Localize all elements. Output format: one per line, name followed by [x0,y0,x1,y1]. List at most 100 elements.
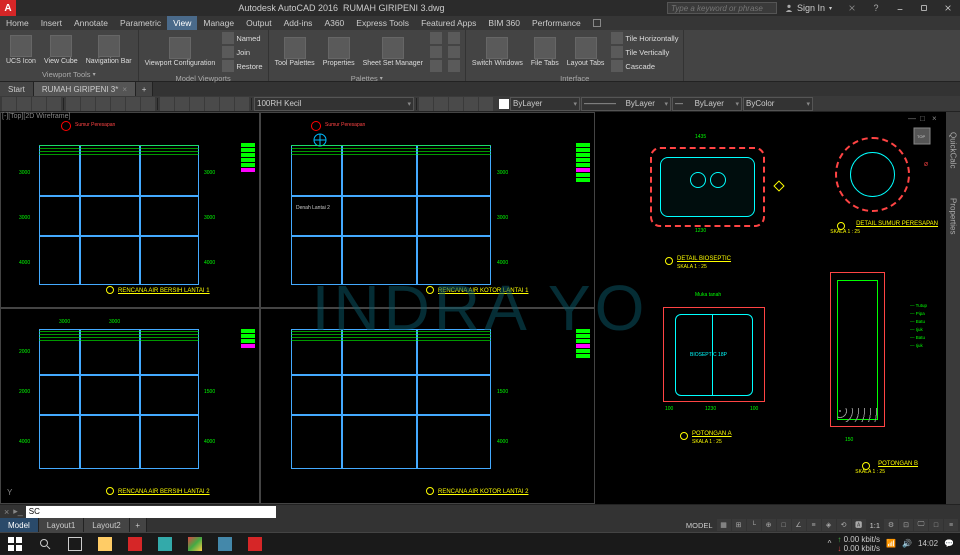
viewcube-button[interactable]: View Cube [41,34,81,66]
tab-model[interactable]: Model [0,518,39,532]
menu-featured-apps[interactable]: Featured Apps [415,16,482,30]
workspace-icon[interactable]: ⊡ [899,519,913,531]
tile-v-button[interactable]: Tile Vertically [609,45,680,59]
help-icon[interactable]: ? [864,0,888,16]
add-layout-button[interactable]: + [130,518,147,532]
qbtn-19[interactable] [449,97,463,111]
viewport-4[interactable]: 1500 4000 RENCANA AIR KOTOR LANTAI 2 [260,308,595,504]
qbtn-7[interactable] [96,97,110,111]
menu-home[interactable]: Home [0,16,35,30]
status-scale[interactable]: 1:1 [867,521,883,530]
close-button[interactable] [936,0,960,16]
qbtn-21[interactable] [479,97,493,111]
qbtn-20[interactable] [464,97,478,111]
gear-icon[interactable]: ⚙ [884,519,898,531]
menu-a360[interactable]: A360 [318,16,350,30]
right-viewport[interactable]: — □ × TOP 1435 1230 DETAIL BIOSEPTIC SKA… [595,112,960,504]
tray-chevron-icon[interactable]: ^ [828,539,832,548]
ucs-icon-button[interactable]: UCS Icon [3,34,39,66]
sheetset-button[interactable]: Sheet Set Manager [360,36,426,68]
palette-sm5[interactable] [446,45,462,59]
qbtn-11[interactable] [160,97,174,111]
help-search-input[interactable] [667,2,777,14]
palette-sm1[interactable] [428,31,444,45]
file-tabs-button[interactable]: File Tabs [528,36,562,68]
viewport-config-button[interactable]: Viewport Configuration [142,36,219,68]
annotation-scale-combo[interactable]: 100RH Kecil▾ [254,97,414,111]
menu-add-ins[interactable]: Add-ins [278,16,319,30]
qbtn-5[interactable] [66,97,80,111]
autocad-icon[interactable] [240,533,270,555]
menu-parametric[interactable]: Parametric [114,16,167,30]
navbar-button[interactable]: Navigation Bar [83,34,135,66]
viewport-label[interactable]: [-][Top][2D Wireframe] [2,113,70,120]
menu-insert[interactable]: Insert [35,16,68,30]
chrome-icon[interactable] [180,533,210,555]
qbtn-2[interactable] [17,97,31,111]
navigation-cube[interactable]: TOP [904,118,940,154]
status-model[interactable]: MODEL [683,521,716,530]
qbtn-4[interactable] [47,97,61,111]
named-button[interactable]: Named [220,31,264,45]
linetype-combo[interactable]: ———— ByLayer▾ [581,97,671,111]
clean-icon[interactable]: □ [929,519,943,531]
signin-button[interactable]: Sign In ▾ [777,3,840,13]
plotstyle-combo[interactable]: ByColor▾ [743,97,813,111]
minimize-button[interactable] [888,0,912,16]
taskview-icon[interactable] [60,533,90,555]
notification-icon[interactable]: 💬 [944,539,954,548]
qbtn-14[interactable] [205,97,219,111]
drawing-area[interactable]: INDRA YO [-][Top][2D Wireframe] Sumur Pe… [0,112,960,504]
palette-sm4[interactable] [446,31,462,45]
properties-button[interactable]: Properties [320,36,358,68]
qbtn-13[interactable] [190,97,204,111]
exchange-icon[interactable] [840,0,864,16]
qbtn-16[interactable] [235,97,249,111]
lineweight-combo[interactable]: — ByLayer▾ [672,97,742,111]
tab-start[interactable]: Start [0,82,34,96]
cmd-close-icon[interactable]: × [4,507,9,517]
search-taskbar-icon[interactable] [30,533,60,555]
panel-expand-icon[interactable] [587,16,607,30]
lweight-icon[interactable]: ≡ [807,519,821,531]
menu-manage[interactable]: Manage [197,16,240,30]
properties-tab[interactable]: Properties [949,198,958,234]
start-button[interactable] [0,533,30,555]
maximize-button[interactable] [912,0,936,16]
join-button[interactable]: Join [220,45,264,59]
switch-windows-button[interactable]: Switch Windows [469,36,526,68]
qbtn-8[interactable] [111,97,125,111]
osnap-icon[interactable]: □ [777,519,791,531]
cycling-icon[interactable]: ⟲ [837,519,851,531]
layout-tabs-button[interactable]: Layout Tabs [564,36,608,68]
qbtn-15[interactable] [220,97,234,111]
tool-palettes-button[interactable]: Tool Palettes [272,36,318,68]
custom-icon[interactable]: ≡ [944,519,958,531]
palette-sm6[interactable] [446,59,462,73]
qbtn-6[interactable] [81,97,95,111]
qbtn-3[interactable] [32,97,46,111]
ortho-icon[interactable]: └ [747,519,761,531]
new-tab-button[interactable]: + [136,82,153,96]
menu-output[interactable]: Output [240,16,278,30]
menu-annotate[interactable]: Annotate [68,16,114,30]
qbtn-12[interactable] [175,97,189,111]
menu-bim-360[interactable]: BIM 360 [482,16,526,30]
tab-layout2[interactable]: Layout2 [84,518,129,532]
panel-label-palettes[interactable]: Palettes ▾ [272,73,462,84]
tile-h-button[interactable]: Tile Horizontally [609,31,680,45]
transparency-icon[interactable]: ◈ [822,519,836,531]
qbtn-10[interactable] [141,97,155,111]
viewport-2[interactable]: Sumur Peresapan Denah Lantai 2 3000 3000… [260,112,595,308]
telegram-icon[interactable] [150,533,180,555]
tab-drawing[interactable]: RUMAH GIRIPENI 3*× [34,82,136,96]
menu-performance[interactable]: Performance [526,16,587,30]
qbtn-1[interactable] [2,97,16,111]
menu-express-tools[interactable]: Express Tools [350,16,415,30]
palette-sm2[interactable] [428,45,444,59]
clock[interactable]: 14:02 [918,539,938,548]
cascade-button[interactable]: Cascade [609,59,680,73]
color-swatch[interactable] [499,99,509,109]
palette-sm3[interactable] [428,59,444,73]
app-logo[interactable]: A [0,0,16,16]
